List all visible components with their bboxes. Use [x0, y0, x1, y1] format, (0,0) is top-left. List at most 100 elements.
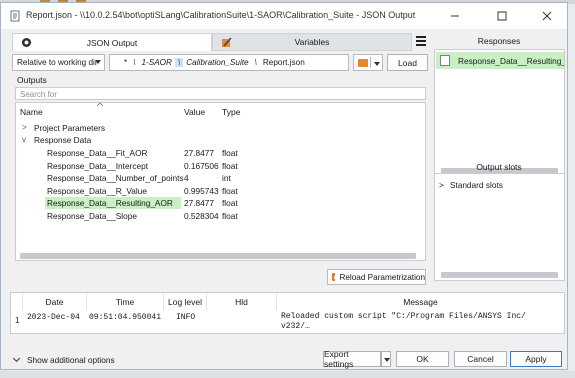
expand-chevron-icon[interactable]: > — [22, 123, 27, 132]
log-date: 2023-Dec-04 — [27, 313, 80, 322]
log-time: 09:51:04.950041 — [89, 313, 162, 322]
log-table: Date Time Log level Hld Message 1 2023-D… — [10, 292, 565, 334]
table-row[interactable]: Response_Data__Number_of_points 4 int — [16, 172, 425, 184]
horizontal-scrollbar[interactable] — [20, 253, 416, 259]
chevron-down-icon — [12, 354, 21, 363]
output-type: int — [222, 173, 231, 183]
outputs-tree: Name Value Type > Project Parameters v R… — [15, 102, 426, 261]
output-type: float — [222, 198, 238, 208]
tab-json-output[interactable]: JSON Output — [12, 33, 212, 51]
column-header-message[interactable]: Message — [277, 293, 564, 310]
path-bar: Relative to working dir * \ 1-SAOR \ Cal… — [12, 54, 428, 71]
response-icon — [440, 55, 450, 66]
path-segment[interactable]: Calibration_Suite — [183, 58, 251, 67]
output-name: Response_Data__Resulting_AOR — [45, 197, 181, 209]
footer-bar: Show additional options Export settings … — [10, 349, 565, 369]
log-message: Reloaded custom script "C:/Program Files… — [281, 312, 561, 332]
table-row[interactable]: Response_Data__Slope 0.528304 float — [16, 210, 425, 222]
reload-label: Reload Parametrization — [339, 272, 425, 282]
column-header-value[interactable]: Value — [184, 107, 205, 117]
table-row[interactable]: Response_Data__R_Value 0.995743 float — [16, 185, 425, 197]
json-output-window: Report.json - \\10.0.2.54\bot\optiSLang\… — [0, 2, 568, 370]
outputs-label: Outputs — [17, 75, 47, 85]
log-message-line: v232/… — [281, 322, 310, 331]
tree-node-label: Project Parameters — [34, 123, 106, 133]
table-row[interactable]: Response_Data__Intercept 0.167506 float — [16, 160, 425, 172]
tree-node-project-parameters[interactable]: > Project Parameters — [16, 122, 425, 134]
column-header-hld[interactable]: Hld — [207, 293, 277, 310]
export-settings-button[interactable]: Export settings — [323, 349, 381, 369]
tree-node-label: Response Data — [34, 135, 92, 145]
search-input[interactable]: Search for — [15, 87, 426, 100]
column-header-type[interactable]: Type — [222, 107, 240, 117]
tree-node-response-data[interactable]: v Response Data — [16, 134, 425, 146]
load-button[interactable]: Load — [387, 54, 428, 71]
output-name: Response_Data__Intercept — [47, 160, 149, 171]
column-header-time[interactable]: Time — [87, 293, 164, 310]
output-type: float — [222, 148, 238, 158]
table-row[interactable]: Response_Data__Fit_AOR 27.8477 float — [16, 147, 425, 159]
path-mode-select[interactable]: Relative to working dir — [12, 54, 105, 71]
path-breadcrumb: * \ 1-SAOR \ Calibration_Suite \ Report.… — [109, 54, 349, 71]
path-separator: \ — [254, 58, 257, 67]
minimize-button[interactable] — [435, 3, 475, 29]
tab-label: Variables — [294, 37, 330, 47]
output-value: 0.167506 — [184, 160, 219, 171]
column-header-log-level[interactable]: Log level — [164, 293, 207, 310]
expand-chevron-icon[interactable]: > — [439, 180, 444, 190]
background-window-strip — [0, 371, 575, 378]
list-item[interactable]: > Standard slots — [439, 180, 503, 190]
output-value: 27.8477 — [184, 148, 214, 158]
menu-icon[interactable] — [416, 36, 426, 47]
column-header-date[interactable]: Date — [23, 293, 87, 310]
output-value: 4 — [184, 173, 189, 183]
column-header-name[interactable]: Name — [20, 107, 43, 117]
output-slots-list: > Standard slots — [434, 173, 565, 281]
maximize-icon — [497, 11, 507, 21]
close-button[interactable] — [527, 3, 567, 29]
export-settings-dropdown[interactable] — [381, 351, 391, 367]
ok-button[interactable]: OK — [396, 351, 449, 367]
json-output-icon — [22, 38, 31, 47]
log-message-line: Reloaded custom script "C:/Program Files… — [281, 312, 526, 321]
path-segment[interactable]: Report.json — [260, 58, 308, 67]
output-value: 0.995743 — [184, 185, 219, 196]
sort-caret-icon — [97, 102, 103, 106]
tab-label: JSON Output — [86, 37, 138, 48]
output-name: Response_Data__R_Value — [47, 185, 147, 196]
cancel-button[interactable]: Cancel — [454, 351, 507, 367]
reload-parametrization-button[interactable]: Reload Parametrization — [327, 269, 426, 285]
output-value: 0.528304 — [184, 210, 219, 221]
apply-button[interactable]: Apply — [510, 351, 562, 367]
output-type: float — [222, 210, 238, 221]
responses-title: Responses — [477, 36, 521, 46]
table-row-highlighted[interactable]: Response_Data__Resulting_AOR 27.8477 flo… — [16, 197, 425, 209]
path-mode-value: Relative to working dir — [17, 58, 98, 67]
minimize-icon — [451, 15, 459, 17]
folder-icon — [358, 59, 368, 67]
tree-header: Name Value Type — [16, 102, 425, 118]
tab-bar: JSON Output Variables — [12, 33, 428, 51]
list-item[interactable]: Response_Data__Resulting_A — [436, 52, 564, 69]
maximize-button[interactable] — [482, 3, 522, 29]
path-segment[interactable]: 1-SAOR — [138, 58, 174, 67]
output-slots-title: Output slots — [476, 162, 522, 172]
show-additional-options-toggle[interactable]: Show additional options — [12, 354, 115, 365]
close-icon — [542, 11, 552, 21]
chevron-down-icon — [95, 60, 101, 64]
reload-icon — [332, 273, 341, 281]
show-options-label: Show additional options — [27, 355, 115, 365]
path-separator: \ — [133, 58, 136, 67]
browse-folder-button[interactable] — [353, 54, 383, 71]
output-type: float — [222, 160, 238, 171]
window-title: Report.json - \\10.0.2.54\bot\optiSLang\… — [26, 10, 416, 20]
response-label: Response_Data__Resulting_A — [458, 56, 564, 66]
horizontal-scrollbar[interactable] — [441, 272, 558, 278]
row-index: 1 — [15, 316, 20, 325]
document-icon — [10, 10, 20, 22]
tab-variables[interactable]: Variables — [212, 33, 412, 51]
path-segment[interactable]: * — [110, 58, 130, 67]
variables-icon — [222, 37, 232, 47]
right-panel: Responses Response_Data__Resulting_A Out… — [433, 33, 565, 281]
collapse-chevron-icon[interactable]: v — [22, 135, 26, 144]
